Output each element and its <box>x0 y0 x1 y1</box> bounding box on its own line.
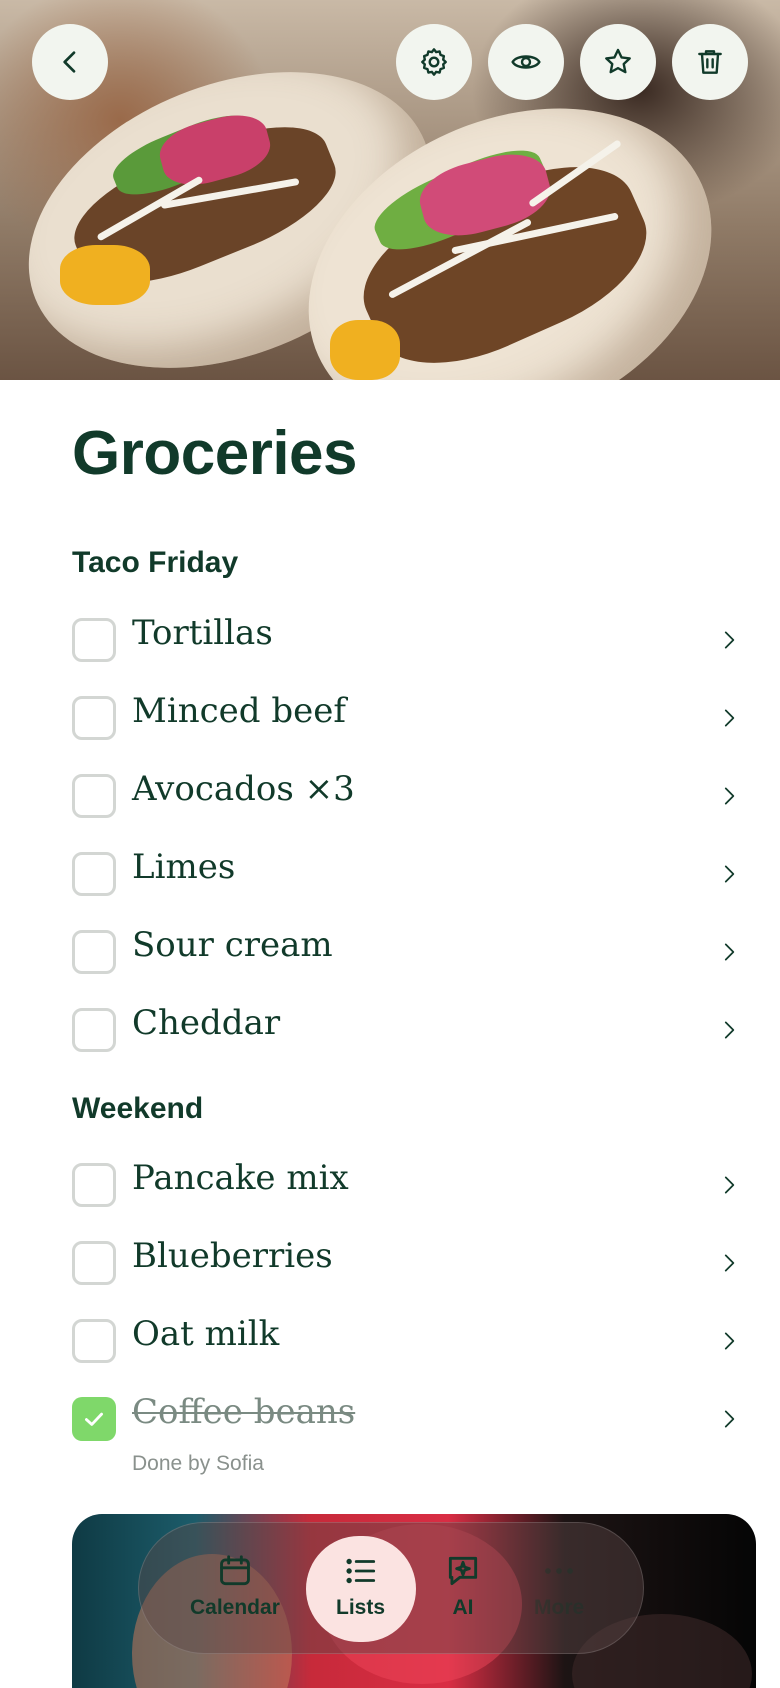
ai-chat-icon <box>448 1556 478 1586</box>
visibility-button[interactable] <box>488 24 564 100</box>
cheese <box>60 245 150 305</box>
completed-by-label: Done by Sofia <box>132 1452 264 1475</box>
nav-label: AI <box>452 1596 474 1619</box>
chevron-right-icon[interactable] <box>716 1017 742 1043</box>
item-checkbox[interactable] <box>72 1163 116 1207</box>
item-checkbox[interactable] <box>72 774 116 818</box>
chevron-left-icon <box>63 51 76 73</box>
item-label: Pancake mix <box>132 1158 349 1198</box>
chevron-right-icon[interactable] <box>716 939 742 965</box>
chevron-right-icon[interactable] <box>716 1328 742 1354</box>
chevron-right-icon[interactable] <box>716 861 742 887</box>
nav-label: More <box>534 1596 585 1619</box>
item-label: Limes <box>132 847 236 887</box>
item-label: Minced beef <box>132 691 346 731</box>
hero-image <box>0 0 780 380</box>
checkmark-icon <box>85 1412 103 1426</box>
star-icon <box>605 48 631 74</box>
nav-label: Calendar <box>190 1596 280 1619</box>
list-item[interactable]: Oat milk <box>72 1312 742 1372</box>
eye-icon <box>511 55 541 69</box>
item-checkbox[interactable] <box>72 930 116 974</box>
settings-button[interactable] <box>396 24 472 100</box>
list-item[interactable]: Pancake mix <box>72 1156 742 1216</box>
list-item[interactable]: Avocados ×3 <box>72 767 742 827</box>
item-label: Oat milk <box>132 1314 280 1354</box>
chevron-right-icon[interactable] <box>716 627 742 653</box>
item-checkbox-checked[interactable] <box>72 1397 116 1441</box>
favorite-button[interactable] <box>580 24 656 100</box>
item-label: Avocados ×3 <box>132 769 355 809</box>
trash-icon <box>698 50 722 74</box>
section-heading-taco-friday: Taco Friday <box>72 546 239 579</box>
list-item[interactable]: Blueberries <box>72 1234 742 1294</box>
item-checkbox[interactable] <box>72 1008 116 1052</box>
delete-button[interactable] <box>672 24 748 100</box>
item-label: Coffee beans <box>132 1392 356 1432</box>
item-checkbox[interactable] <box>72 696 116 740</box>
nav-calendar[interactable]: Calendar <box>190 1552 280 1620</box>
cheese <box>330 320 400 380</box>
calendar-icon <box>220 1555 250 1586</box>
item-checkbox[interactable] <box>72 852 116 896</box>
chevron-right-icon[interactable] <box>716 705 742 731</box>
nav-lists[interactable]: Lists <box>336 1552 385 1620</box>
list-item[interactable]: Tortillas <box>72 611 742 671</box>
item-label: Blueberries <box>132 1236 333 1276</box>
more-icon <box>545 1568 574 1574</box>
back-button[interactable] <box>32 24 108 100</box>
nav-more[interactable]: More <box>534 1552 584 1620</box>
item-label: Sour cream <box>132 925 333 965</box>
page-title: Groceries <box>72 419 358 488</box>
list-item[interactable]: Minced beef <box>72 689 742 749</box>
chevron-right-icon[interactable] <box>716 1406 742 1432</box>
item-label: Cheddar <box>132 1003 281 1043</box>
list-item[interactable]: Cheddar <box>72 1001 742 1061</box>
item-checkbox[interactable] <box>72 618 116 662</box>
item-label: Tortillas <box>132 613 273 653</box>
list-item-completed[interactable]: Coffee beans <box>72 1390 742 1450</box>
chevron-right-icon[interactable] <box>716 1250 742 1276</box>
list-icon <box>345 1558 375 1584</box>
list-item[interactable]: Limes <box>72 845 742 905</box>
item-checkbox[interactable] <box>72 1241 116 1285</box>
section-heading-weekend: Weekend <box>72 1092 204 1125</box>
nav-ai[interactable]: AI <box>444 1552 482 1620</box>
chevron-right-icon[interactable] <box>716 1172 742 1198</box>
gear-icon <box>421 48 447 76</box>
item-checkbox[interactable] <box>72 1319 116 1363</box>
chevron-right-icon[interactable] <box>716 783 742 809</box>
nav-label: Lists <box>336 1596 386 1619</box>
list-item[interactable]: Sour cream <box>72 923 742 983</box>
